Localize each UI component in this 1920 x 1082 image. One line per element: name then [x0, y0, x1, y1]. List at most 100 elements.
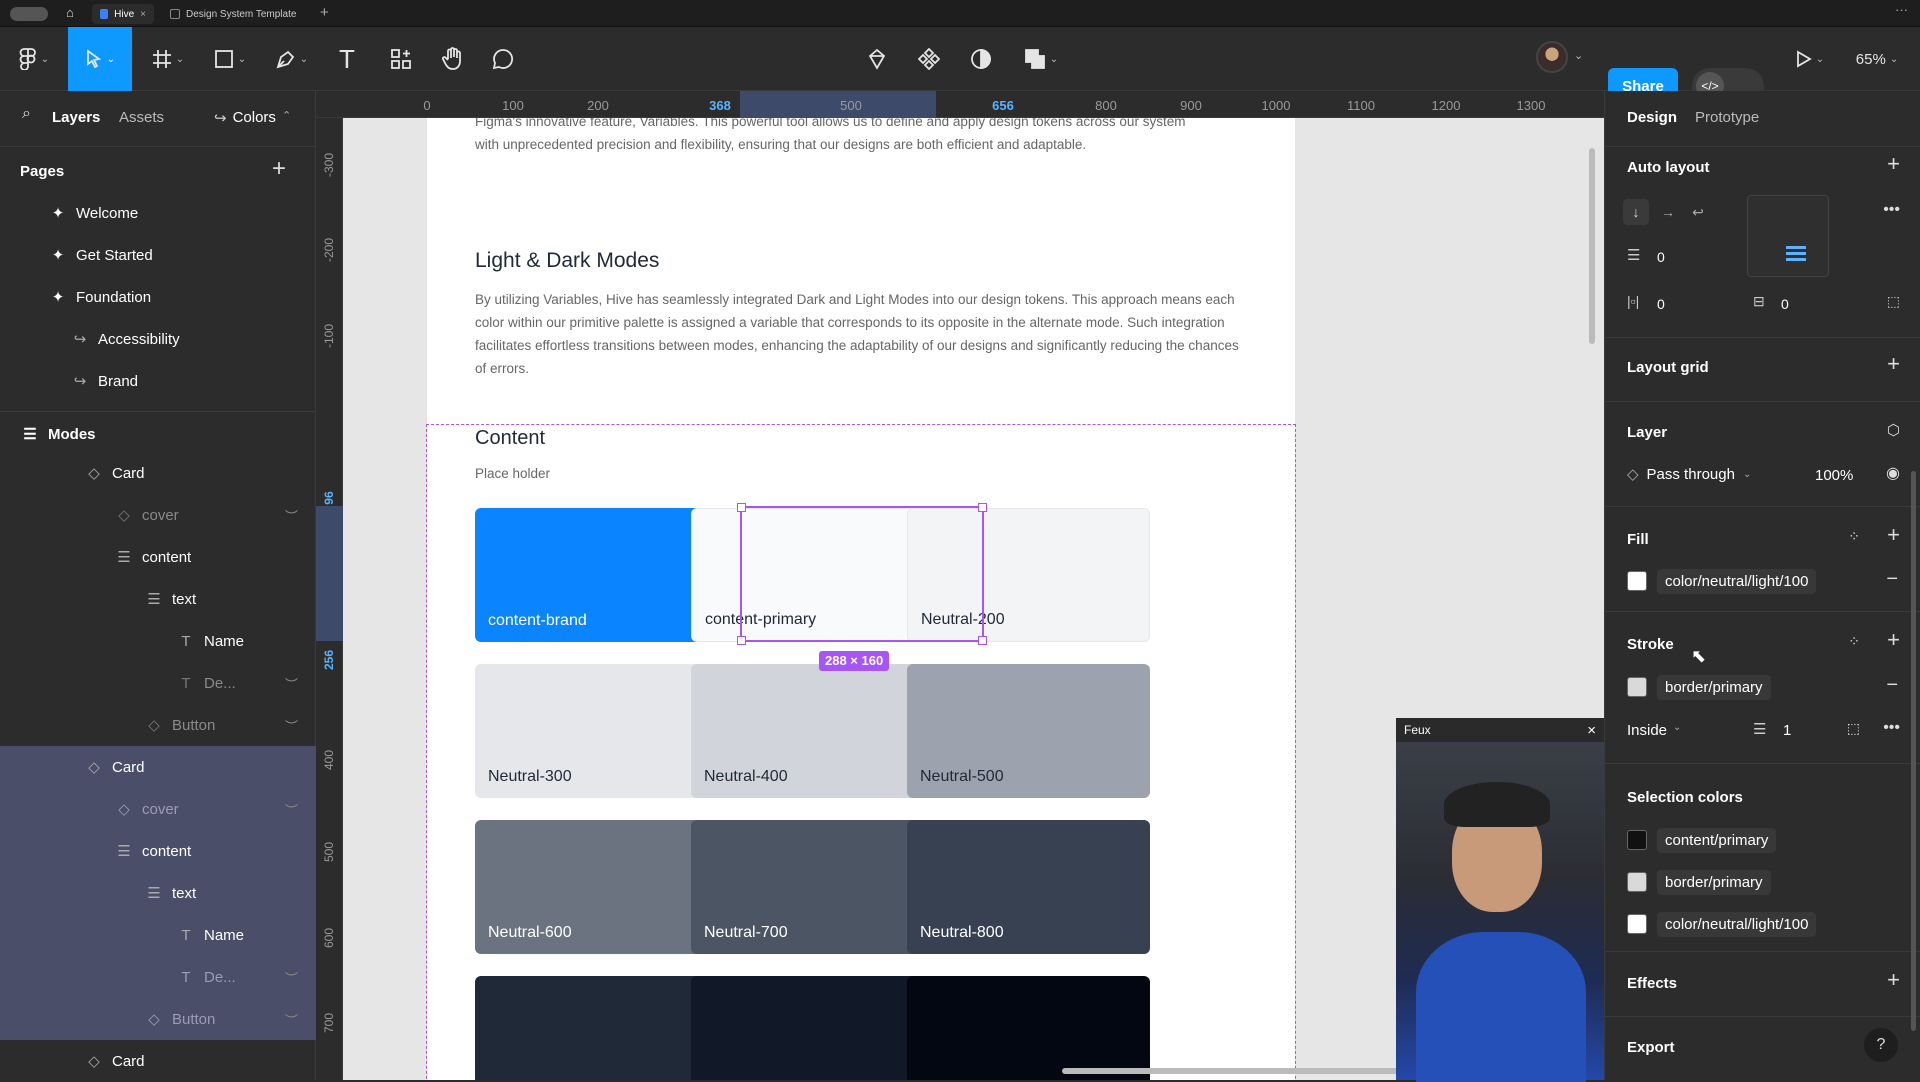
search-icon[interactable]: ⌕: [22, 105, 31, 123]
page-item-brand[interactable]: ↪ Brand: [0, 360, 316, 402]
toggle-pill[interactable]: [10, 7, 48, 21]
alignment-grid[interactable]: [1747, 195, 1829, 277]
selection-box[interactable]: [737, 503, 987, 645]
color-card[interactable]: [907, 976, 1150, 1080]
layer-modes[interactable]: ☰ Modes: [0, 413, 316, 455]
wrap-button[interactable]: ↩: [1685, 199, 1711, 225]
vertical-padding-value[interactable]: 0: [1781, 296, 1789, 312]
eye-closed-icon[interactable]: ︶: [285, 674, 298, 693]
color-card[interactable]: Neutral-500: [907, 664, 1150, 798]
add-auto-layout-button[interactable]: +: [1887, 151, 1900, 177]
direction-vertical-button[interactable]: ↓: [1623, 199, 1649, 225]
add-layout-grid-button[interactable]: +: [1887, 351, 1900, 377]
resize-handle[interactable]: [737, 503, 746, 512]
page-item-welcome[interactable]: ✦ Welcome: [0, 192, 316, 234]
layer-button[interactable]: ◇ Button ︶: [0, 998, 316, 1040]
page-item-get-started[interactable]: ✦ Get Started: [0, 234, 316, 276]
layer-content[interactable]: ☰ content: [0, 536, 316, 578]
ruler-left[interactable]: -300 -200 -100 96 256 400 500 600 700: [316, 118, 343, 1080]
close-icon[interactable]: ×: [1587, 722, 1596, 739]
panel-scrollbar[interactable]: [1911, 471, 1916, 1031]
direction-horizontal-button[interactable]: →: [1655, 199, 1681, 225]
color-card[interactable]: Neutral-400: [691, 664, 934, 798]
vertical-scrollbar[interactable]: [1589, 148, 1595, 344]
color-variable[interactable]: border/primary: [1657, 869, 1771, 895]
tab-design[interactable]: Design: [1627, 109, 1677, 126]
avatar[interactable]: [1536, 41, 1568, 73]
color-card[interactable]: Neutral-600: [475, 820, 718, 954]
tab-design-system-template[interactable]: Design System Template: [162, 4, 312, 24]
color-variable[interactable]: content/primary: [1657, 827, 1777, 853]
tab-layers[interactable]: Layers: [52, 109, 100, 126]
eye-closed-icon[interactable]: ︶: [285, 506, 298, 525]
individual-padding-icon[interactable]: ⬚: [1887, 293, 1900, 310]
component-button[interactable]: [914, 27, 944, 91]
layer-text[interactable]: ☰ text: [0, 578, 316, 620]
selection-color-row[interactable]: color/neutral/light/100: [1627, 909, 1817, 939]
frame-tool-button[interactable]: ⌄: [146, 27, 190, 91]
eye-closed-icon[interactable]: ︶: [285, 968, 298, 987]
color-card[interactable]: Neutral-800: [907, 820, 1150, 954]
layer-content[interactable]: ☰ content: [0, 830, 316, 872]
video-overlay[interactable]: Feux ×: [1396, 718, 1604, 1082]
comment-tool-button[interactable]: [488, 27, 518, 91]
layer-card-selected[interactable]: ◇ Card: [0, 746, 316, 788]
layer-cover[interactable]: ◇ cover ︶: [0, 788, 316, 830]
opacity-value[interactable]: 100%: [1815, 467, 1853, 484]
layer-name[interactable]: T Name: [0, 620, 316, 662]
chevron-down-icon[interactable]: ⌄: [1574, 49, 1583, 62]
add-stroke-button[interactable]: +: [1887, 627, 1900, 653]
tab-hive[interactable]: Hive ×: [92, 4, 154, 24]
resize-handle[interactable]: [978, 503, 987, 512]
more-icon[interactable]: •••: [1883, 719, 1900, 737]
more-icon[interactable]: •••: [1883, 201, 1900, 219]
tab-assets[interactable]: Assets: [119, 109, 164, 126]
color-card[interactable]: Neutral-300: [475, 664, 718, 798]
stroke-row[interactable]: border/primary: [1627, 672, 1771, 702]
resize-handle[interactable]: [978, 636, 987, 645]
eye-closed-icon[interactable]: ︶: [285, 716, 298, 735]
tab-prototype[interactable]: Prototype: [1695, 109, 1759, 126]
blend-mode-dropdown[interactable]: ◇ Pass through ⌄: [1627, 465, 1751, 484]
layer-cover[interactable]: ◇ cover ︶: [0, 494, 316, 536]
fill-variable[interactable]: color/neutral/light/100: [1657, 568, 1817, 594]
close-icon[interactable]: ×: [140, 9, 146, 20]
resources-button[interactable]: [386, 27, 416, 91]
horizontal-scrollbar[interactable]: [1062, 1068, 1442, 1074]
page-item-foundation[interactable]: ✦ Foundation: [0, 276, 316, 318]
colors-library-button[interactable]: ↪ Colors ⌃: [214, 109, 291, 127]
gap-value[interactable]: 0: [1657, 249, 1665, 265]
layer-name[interactable]: T Name: [0, 914, 316, 956]
design-frame[interactable]: Figma's innovative feature, Variables. T…: [426, 118, 1296, 1080]
text-tool-button[interactable]: T: [332, 27, 362, 91]
boolean-button[interactable]: ⌄: [1018, 27, 1064, 91]
new-tab-icon[interactable]: +: [320, 4, 329, 21]
move-tool-button[interactable]: ⌄: [68, 27, 132, 91]
resize-handle[interactable]: [737, 636, 746, 645]
mask-button[interactable]: [966, 27, 996, 91]
component-props-icon[interactable]: ⬡: [1887, 421, 1900, 439]
add-page-button[interactable]: +: [272, 155, 286, 183]
add-effect-button[interactable]: +: [1887, 967, 1900, 993]
eye-closed-icon[interactable]: ︶: [285, 800, 298, 819]
fill-swatch[interactable]: [1627, 571, 1647, 591]
remove-stroke-button[interactable]: −: [1886, 674, 1898, 697]
hand-tool-button[interactable]: [438, 27, 468, 91]
layer-card[interactable]: ◇ Card: [0, 452, 316, 494]
layer-description[interactable]: T De... ︶: [0, 956, 316, 998]
styles-icon[interactable]: ⁘: [1848, 633, 1860, 650]
shape-tool-button[interactable]: ⌄: [208, 27, 252, 91]
main-menu-button[interactable]: ⌄: [14, 27, 54, 91]
color-swatch[interactable]: [1627, 914, 1647, 934]
stroke-position-dropdown[interactable]: Inside ⌄: [1627, 722, 1681, 739]
color-card[interactable]: [475, 976, 718, 1080]
zoom-menu[interactable]: 65% ⌄: [1846, 27, 1908, 91]
selection-color-row[interactable]: border/primary: [1627, 867, 1771, 897]
color-card[interactable]: Neutral-700: [691, 820, 934, 954]
eye-icon[interactable]: ◉: [1886, 463, 1900, 483]
selection-color-row[interactable]: content/primary: [1627, 825, 1777, 855]
color-card[interactable]: content-brand: [475, 508, 718, 642]
color-variable[interactable]: color/neutral/light/100: [1657, 911, 1817, 937]
color-swatch[interactable]: [1627, 872, 1647, 892]
stroke-weight-value[interactable]: 1: [1783, 722, 1791, 739]
